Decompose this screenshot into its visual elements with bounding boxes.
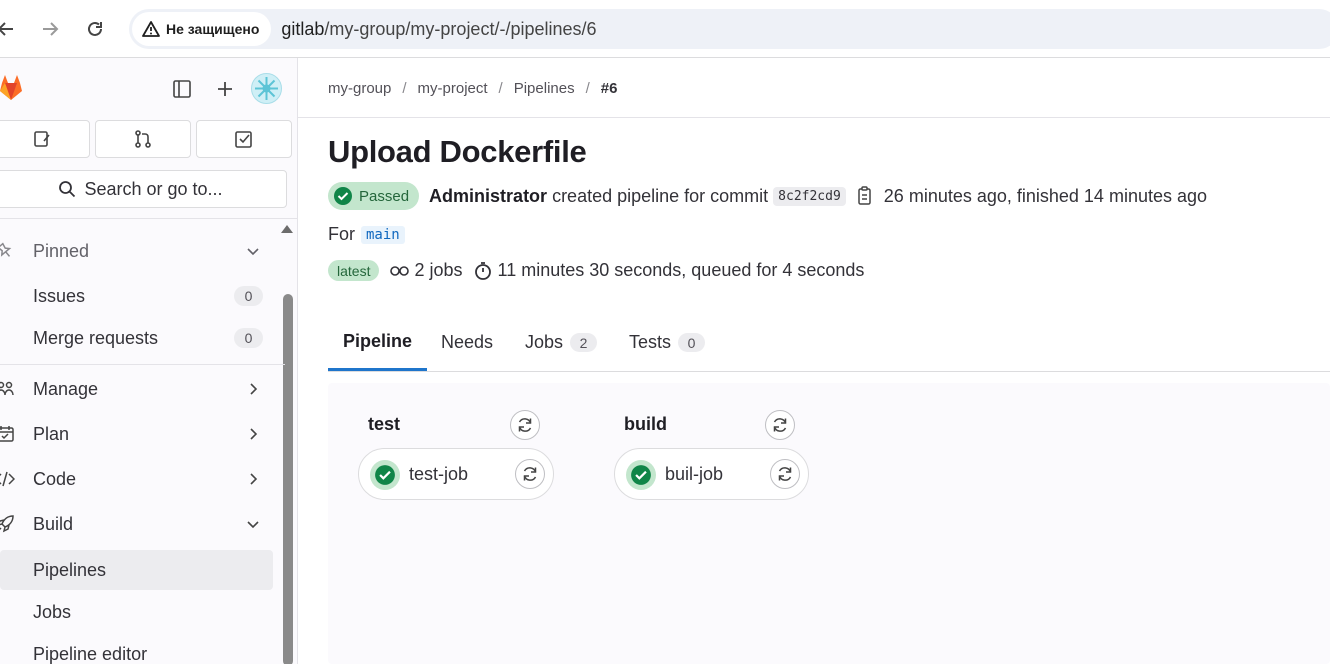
sidebar-header xyxy=(0,58,297,120)
chevron-right-icon xyxy=(245,471,261,487)
timer-icon xyxy=(473,261,493,281)
job-retry-button[interactable] xyxy=(770,459,800,489)
pipeline-status-line: Passed Administrator created pipeline fo… xyxy=(328,181,1207,211)
url-text: gitlab/my-group/my-project/-/pipelines/6 xyxy=(281,18,597,39)
latest-badge: latest xyxy=(328,260,380,281)
branch-link[interactable]: main xyxy=(361,225,405,244)
status-badge[interactable]: Passed xyxy=(328,182,420,210)
job-test-job[interactable]: test-job xyxy=(358,448,554,500)
job-success-icon xyxy=(626,460,656,490)
code-icon xyxy=(0,468,16,490)
page-title: Upload Dockerfile xyxy=(328,134,587,169)
job-name: test-job xyxy=(409,463,469,484)
chevron-down-icon xyxy=(245,516,261,532)
status-success-icon xyxy=(334,187,352,205)
sidebar-toggle-icon[interactable] xyxy=(170,77,194,101)
chevron-right-icon xyxy=(245,381,261,397)
author-link[interactable]: Administrator xyxy=(429,186,547,207)
issues-shortcut-button[interactable] xyxy=(0,120,90,158)
pipeline-timing: 26 minutes ago, finished 14 minutes ago xyxy=(883,185,1208,206)
breadcrumb-project-link[interactable]: my-project xyxy=(418,80,488,97)
calendar-icon xyxy=(0,423,16,445)
sidebar-item-merge-requests[interactable]: Merge requests 0 xyxy=(0,318,273,358)
breadcrumb-current[interactable]: #6 xyxy=(601,80,618,97)
merge-requests-count-badge: 0 xyxy=(234,328,263,348)
security-label: Не защищено xyxy=(166,21,260,37)
breadcrumb: my-group / my-project / Pipelines / #6 xyxy=(328,80,618,97)
jobs-count-text: 2 jobs xyxy=(414,260,463,280)
chevron-down-icon xyxy=(245,243,261,259)
merge-request-icon xyxy=(135,130,151,148)
retry-icon xyxy=(773,418,787,432)
issues-count-badge: 0 xyxy=(234,286,263,306)
main-content: my-group / my-project / Pipelines / #6 U… xyxy=(298,58,1330,664)
todos-shortcut-button[interactable] xyxy=(196,120,292,158)
jobs-count-badge: 2 xyxy=(570,333,598,352)
scroll-up-arrow[interactable] xyxy=(281,225,293,233)
branch-line: For main xyxy=(328,224,405,245)
sidebar: Search or go to... Pinned Issues 0 Merge… xyxy=(0,58,298,664)
pipeline-tabs: Pipeline Needs Jobs 2 Tests 0 xyxy=(328,314,1330,372)
sidebar-separator xyxy=(0,364,285,365)
action-text: created pipeline for commit xyxy=(552,185,769,206)
retry-icon xyxy=(518,418,532,432)
sidebar-item-code[interactable]: Code xyxy=(0,459,273,499)
sidebar-divider xyxy=(0,218,297,219)
pipeline-meta-line: latest 2 jobs 11 minutes 30 seconds, que… xyxy=(328,260,864,281)
job-name: buil-job xyxy=(665,463,724,484)
copy-sha-icon[interactable] xyxy=(856,186,874,206)
forward-icon[interactable] xyxy=(38,17,62,41)
pipeline-graph: test test-job build buil-job xyxy=(328,383,1330,664)
tab-tests[interactable]: Tests 0 xyxy=(629,314,706,371)
breadcrumb-group-link[interactable]: my-group xyxy=(328,80,391,97)
breadcrumb-pipelines-link[interactable]: Pipelines xyxy=(514,80,575,97)
job-retry-button[interactable] xyxy=(515,459,545,489)
retry-icon xyxy=(778,467,792,481)
sidebar-item-plan[interactable]: Plan xyxy=(0,414,273,454)
sidebar-item-pipeline-editor[interactable]: Pipeline editor xyxy=(0,634,273,664)
sidebar-item-manage[interactable]: Manage xyxy=(0,369,273,409)
sidebar-item-jobs[interactable]: Jobs xyxy=(0,592,273,632)
tab-needs[interactable]: Needs xyxy=(441,314,493,371)
job-buil-job[interactable]: buil-job xyxy=(614,448,809,500)
sidebar-item-issues[interactable]: Issues 0 xyxy=(0,276,273,316)
avatar[interactable] xyxy=(251,73,282,104)
todo-checkbox-icon xyxy=(235,131,252,148)
rocket-icon xyxy=(0,513,16,535)
merge-requests-shortcut-button[interactable] xyxy=(95,120,191,158)
stage-title-test: test xyxy=(368,414,401,434)
pipeline-jobs-icon xyxy=(389,262,410,280)
tests-count-badge: 0 xyxy=(678,333,706,352)
sidebar-item-pipelines[interactable]: Pipelines xyxy=(0,550,273,590)
warning-icon xyxy=(142,21,160,37)
reload-icon[interactable] xyxy=(83,17,107,41)
address-bar[interactable]: Не защищено gitlab/my-group/my-project/-… xyxy=(129,9,1330,49)
browser-toolbar: Не защищено gitlab/my-group/my-project/-… xyxy=(0,0,1330,58)
tab-pipeline[interactable]: Pipeline xyxy=(328,314,428,371)
security-indicator[interactable]: Не защищено xyxy=(132,12,272,46)
sidebar-scrollbar[interactable] xyxy=(283,294,293,664)
gitlab-logo-icon[interactable] xyxy=(0,72,26,104)
issues-icon xyxy=(34,131,50,147)
stage-retry-button[interactable] xyxy=(765,410,795,440)
plus-icon[interactable] xyxy=(213,77,237,101)
stage-title-build: build xyxy=(624,414,667,434)
retry-icon xyxy=(523,467,537,481)
search-icon xyxy=(59,181,76,198)
job-success-icon xyxy=(370,460,400,490)
search-label: Search or go to... xyxy=(84,178,223,199)
header-divider xyxy=(298,117,1330,118)
sidebar-pinned-header[interactable]: Pinned xyxy=(0,231,273,271)
chevron-right-icon xyxy=(245,426,261,442)
sidebar-item-build[interactable]: Build xyxy=(0,504,273,544)
commit-sha-link[interactable]: 8c2f2cd9 xyxy=(773,186,846,206)
tab-jobs[interactable]: Jobs 2 xyxy=(525,314,598,371)
duration-text: 11 minutes 30 seconds, queued for 4 seco… xyxy=(497,260,865,280)
users-icon xyxy=(0,378,16,400)
stage-retry-button[interactable] xyxy=(510,410,540,440)
sidebar-quick-tabs xyxy=(0,120,292,158)
thumbtack-icon xyxy=(0,240,16,262)
search-button[interactable]: Search or go to... xyxy=(0,170,287,208)
back-icon[interactable] xyxy=(0,17,18,41)
